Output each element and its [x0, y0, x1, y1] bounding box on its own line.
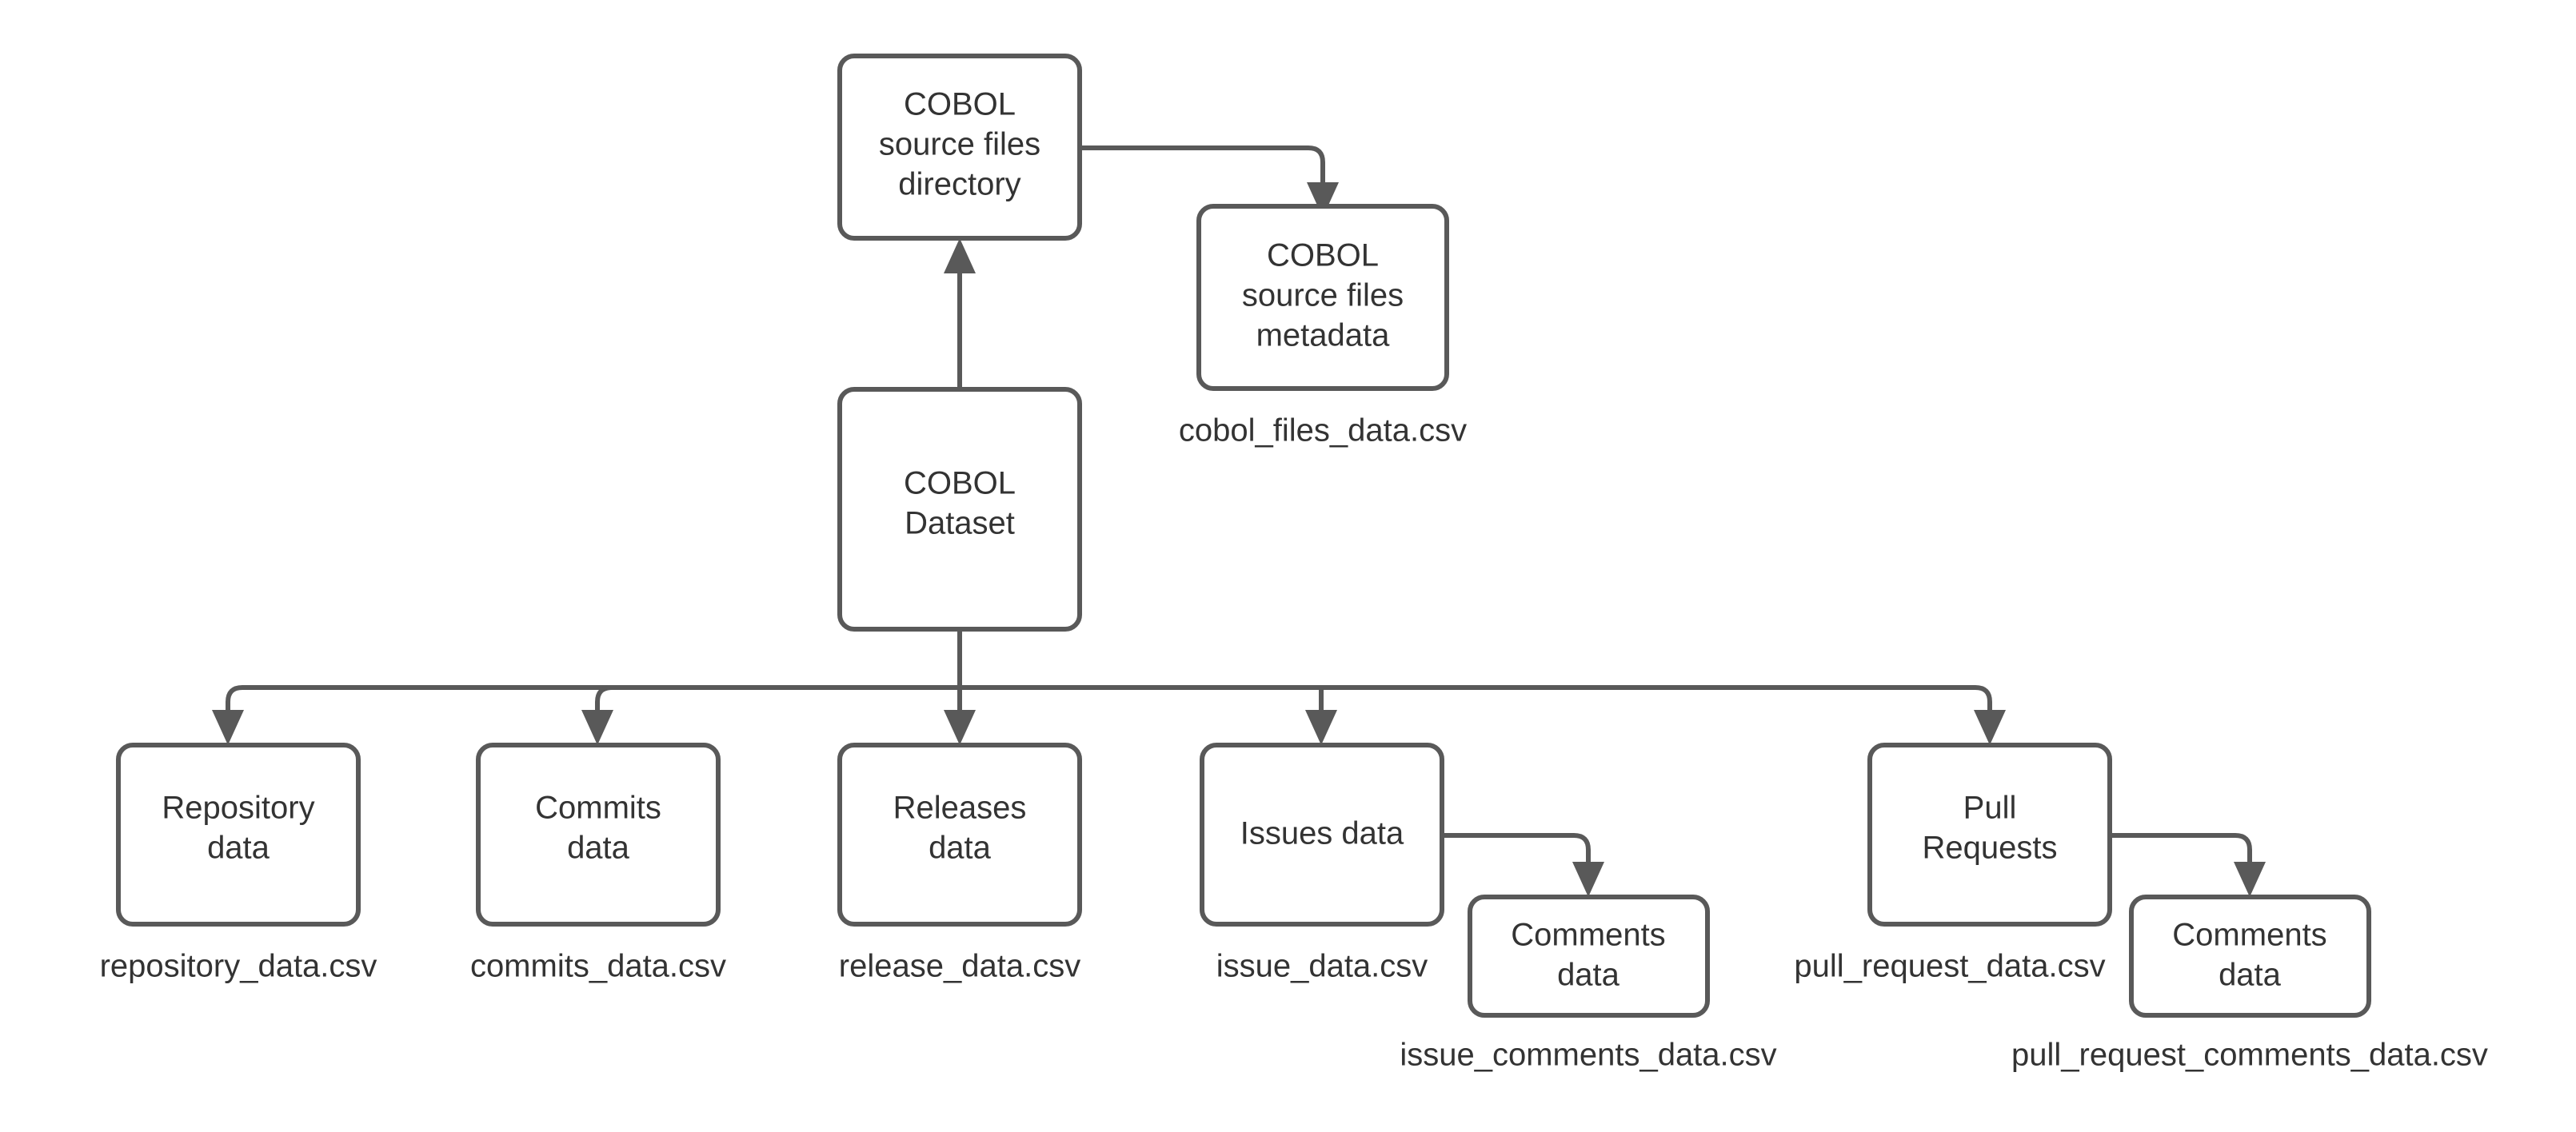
edge-issues-to-comments [1442, 833, 1604, 897]
node-label-line: metadata [1256, 318, 1391, 353]
diagram-canvas: COBOL source files directory COBOL sourc… [0, 0, 2576, 1132]
file-label-issue-data-csv: issue_data.csv [1216, 949, 1428, 984]
node-label-line: data [1557, 958, 1620, 993]
node-box[interactable] [2129, 895, 2371, 1018]
node-label-line: Releases [893, 791, 1027, 826]
file-label-cobol-files-data-csv: cobol_files_data.csv [1179, 413, 1467, 448]
node-label-line: source files [879, 127, 1040, 162]
node-box[interactable] [1468, 895, 1710, 1018]
node-label-line: data [567, 831, 630, 866]
node-label-line: data [2219, 958, 2282, 993]
node-pull-requests[interactable]: Pull Requests [1867, 743, 2112, 927]
file-label-pull-request-comments-data-csv: pull_request_comments_data.csv [2011, 1038, 2488, 1073]
node-label-line: COBOL [904, 87, 1016, 122]
node-label-line: COBOL [1267, 238, 1379, 273]
node-label-line: Issues data [1240, 816, 1404, 851]
file-label-issue-comments-data-csv: issue_comments_data.csv [1400, 1038, 1776, 1073]
node-cobol-source-files-directory[interactable]: COBOL source files directory [837, 54, 1082, 241]
node-label-line: Pull [1963, 791, 2017, 826]
node-label-line: source files [1242, 278, 1404, 313]
file-label-pull-request-data-csv: pull_request_data.csv [1794, 949, 2105, 984]
edge-dataset-to-directory [944, 238, 976, 389]
node-label-line: Requests [1923, 831, 2058, 866]
node-repository-data[interactable]: Repository data [116, 743, 361, 927]
node-label-line: Dataset [905, 506, 1015, 541]
node-label-line: Commits [535, 791, 661, 826]
node-issues-data[interactable]: Issues data [1200, 743, 1444, 927]
edge-bus-to-pull-requests [1974, 685, 2006, 745]
node-issue-comments-data[interactable]: Comments data [1468, 895, 1710, 1018]
node-cobol-dataset[interactable]: COBOL Dataset [837, 387, 1082, 632]
node-label-line: data [929, 831, 992, 866]
edge-pull-requests-to-comments [2110, 833, 2266, 897]
node-releases-data[interactable]: Releases data [837, 743, 1082, 927]
file-label-commits-data-csv: commits_data.csv [470, 949, 726, 984]
node-label-line: Comments [1511, 918, 1665, 953]
edge-bus-to-releases [944, 688, 976, 745]
diagram-svg: COBOL source files directory COBOL sourc… [100, 54, 2488, 1073]
node-commits-data[interactable]: Commits data [476, 743, 721, 927]
node-label-line: Comments [2172, 918, 2326, 953]
edge-bus-to-repository [212, 685, 244, 745]
node-label-line: Repository [162, 791, 314, 826]
file-label-repository-data-csv: repository_data.csv [100, 949, 377, 984]
file-label-release-data-csv: release_data.csv [839, 949, 1080, 984]
edge-bus-to-issues [1305, 688, 1337, 745]
node-label-line: directory [898, 167, 1020, 202]
edge-bus-to-commits [581, 685, 613, 745]
node-label-line: data [207, 831, 270, 866]
node-pull-request-comments-data[interactable]: Comments data [2129, 895, 2371, 1018]
node-cobol-source-files-metadata[interactable]: COBOL source files metadata [1196, 204, 1449, 391]
node-label-line: COBOL [904, 466, 1016, 501]
